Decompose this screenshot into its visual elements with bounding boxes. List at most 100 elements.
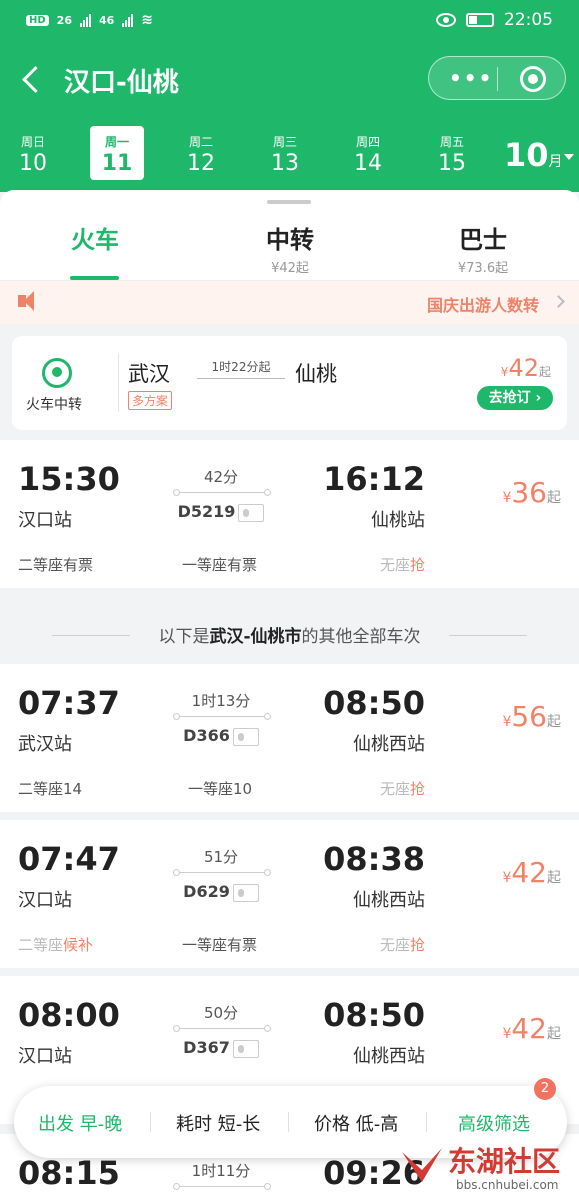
duration-line: [197, 378, 285, 379]
filter-advanced[interactable]: 高级筛选: [458, 1110, 530, 1136]
depart-station: 武汉站: [18, 734, 72, 755]
train-row[interactable]: 15:30 汉口站 42分 D5219 16:12 仙桃站 ¥36起 二等座有票…: [0, 440, 579, 588]
price-suffix: 起: [547, 714, 561, 730]
more-icon[interactable]: •••: [449, 68, 493, 88]
watermark: 东湖社区 bbs.cnhubei.com: [398, 1138, 578, 1200]
date-item-selected[interactable]: 周一 11: [90, 126, 144, 180]
month-unit: 月: [548, 154, 563, 170]
date-item[interactable]: 周五 15: [425, 126, 479, 180]
separator: 以下是武汉-仙桃市的其他全部车次: [0, 600, 579, 674]
duration: 50分: [203, 1004, 239, 1022]
date-item[interactable]: 周三 13: [258, 126, 312, 180]
speaker-icon: [18, 291, 34, 311]
price-value: 42: [511, 1012, 547, 1045]
separator-suffix: 的其他全部车次: [301, 627, 421, 647]
train-row[interactable]: 07:47 汉口站 51分 D629 08:38 仙桃西站 ¥42起 二等座候补…: [0, 820, 579, 968]
depart-time: 07:47: [18, 840, 120, 878]
back-icon[interactable]: [20, 62, 50, 98]
book-now-label: 去抢订: [488, 390, 531, 406]
price-suffix: 起: [547, 1026, 561, 1042]
notice-bar[interactable]: 国庆出游人数转: [0, 280, 579, 324]
seat-first-class: 一等座有票: [182, 556, 258, 574]
grab-ticket-link[interactable]: 抢: [410, 780, 425, 798]
miniapp-capsule: •••: [428, 56, 566, 100]
grab-ticket-link[interactable]: 抢: [410, 556, 425, 574]
seat-label: 无座: [379, 780, 410, 798]
caret-down-icon: [563, 154, 574, 160]
date-day: 15: [438, 151, 466, 176]
seat-no-seat: 无座抢: [380, 554, 425, 575]
train-number: D366: [175, 726, 267, 746]
date-item[interactable]: 周二 12: [174, 126, 228, 180]
date-day: 10: [19, 151, 47, 176]
duration: 51分: [203, 848, 239, 866]
transfer-duration: 1时22分起: [211, 360, 271, 374]
depart-time: 08:00: [18, 996, 120, 1034]
train-number-text: D629: [183, 882, 230, 901]
tab-label: 巴士: [459, 226, 507, 254]
multi-plan-tag: 多方案: [128, 391, 173, 410]
price: ¥42起: [502, 1012, 561, 1045]
seat-label: 二等座: [18, 936, 64, 954]
tab-sub: ¥73.6起: [457, 261, 509, 276]
status-bar: HD 26 46 ≋ 22:05: [0, 0, 579, 44]
filter-divider: [288, 1112, 289, 1132]
hd-icon: HD: [26, 14, 49, 26]
train-number: D5219: [175, 502, 267, 522]
date-day: 11: [101, 151, 133, 176]
separator-route: 武汉-仙桃市: [209, 627, 302, 647]
drag-handle[interactable]: [267, 200, 311, 204]
price-suffix: 起: [538, 365, 551, 379]
seat-first-class: 一等座有票: [182, 936, 258, 954]
price-suffix: 起: [547, 870, 561, 886]
price-value: 36: [511, 476, 547, 509]
price-value: 42: [511, 856, 547, 889]
arrive-station: 仙桃西站: [353, 1046, 425, 1067]
seat-no-seat: 无座抢: [380, 934, 425, 955]
tab-train[interactable]: 火车: [15, 220, 175, 255]
arrive-station: 仙桃西站: [353, 890, 425, 911]
divider: [118, 354, 119, 412]
depart-station: 汉口站: [18, 1046, 72, 1067]
date-day: 13: [271, 151, 299, 176]
duration: 1时11分: [191, 1162, 251, 1180]
waitlist-link[interactable]: 候补: [63, 936, 93, 954]
watermark-title: 东湖社区: [448, 1145, 561, 1178]
seat-second-class: 二等座候补: [18, 934, 93, 955]
grab-ticket-link[interactable]: 抢: [410, 936, 425, 954]
transfer-label: 火车中转: [26, 397, 82, 413]
route-line: [173, 713, 271, 720]
date-day: 14: [354, 151, 382, 176]
filter-price[interactable]: 价格 低-高: [314, 1110, 398, 1136]
arrive-time: 16:12: [323, 460, 425, 498]
arrive-time: 08:50: [323, 684, 425, 722]
transfer-card[interactable]: 火车中转 武汉 多方案 1时22分起 仙桃 ¥42起 去抢订 ›: [12, 336, 567, 430]
tab-transfer[interactable]: 中转 ¥42起: [210, 220, 370, 276]
route-line: [173, 1183, 271, 1190]
train-number: D629: [175, 882, 267, 902]
transfer-price: ¥42起: [501, 354, 551, 382]
date-item[interactable]: 周日 10: [6, 126, 60, 180]
filter-duration[interactable]: 耗时 短-长: [176, 1110, 260, 1136]
arrive-time: 08:38: [323, 840, 425, 878]
signal-icon-2: [122, 13, 134, 27]
depart-time: 07:37: [18, 684, 120, 722]
depart-station: 汉口站: [18, 890, 72, 911]
status-time: 22:05: [504, 10, 553, 30]
month-picker[interactable]: 10月: [504, 136, 574, 174]
price: ¥42起: [502, 856, 561, 889]
tab-bus[interactable]: 巴士 ¥73.6起: [403, 220, 563, 276]
arrive-time: 08:50: [323, 996, 425, 1034]
sim1-label: 26: [56, 13, 72, 27]
seat-second-class: 二等座14: [18, 780, 83, 798]
book-now-button[interactable]: 去抢订 ›: [477, 386, 553, 410]
filter-depart[interactable]: 出发 早-晚: [38, 1110, 122, 1136]
train-number-text: D5219: [177, 502, 236, 521]
price: ¥36起: [502, 476, 561, 509]
date-item[interactable]: 周四 14: [341, 126, 395, 180]
date-week: 周一: [104, 135, 129, 149]
train-row[interactable]: 07:37 武汉站 1时13分 D366 08:50 仙桃西站 ¥56起 二等座…: [0, 664, 579, 812]
tab-label: 火车: [71, 226, 119, 254]
close-target-icon[interactable]: [520, 66, 546, 92]
separator-line: [449, 635, 527, 636]
